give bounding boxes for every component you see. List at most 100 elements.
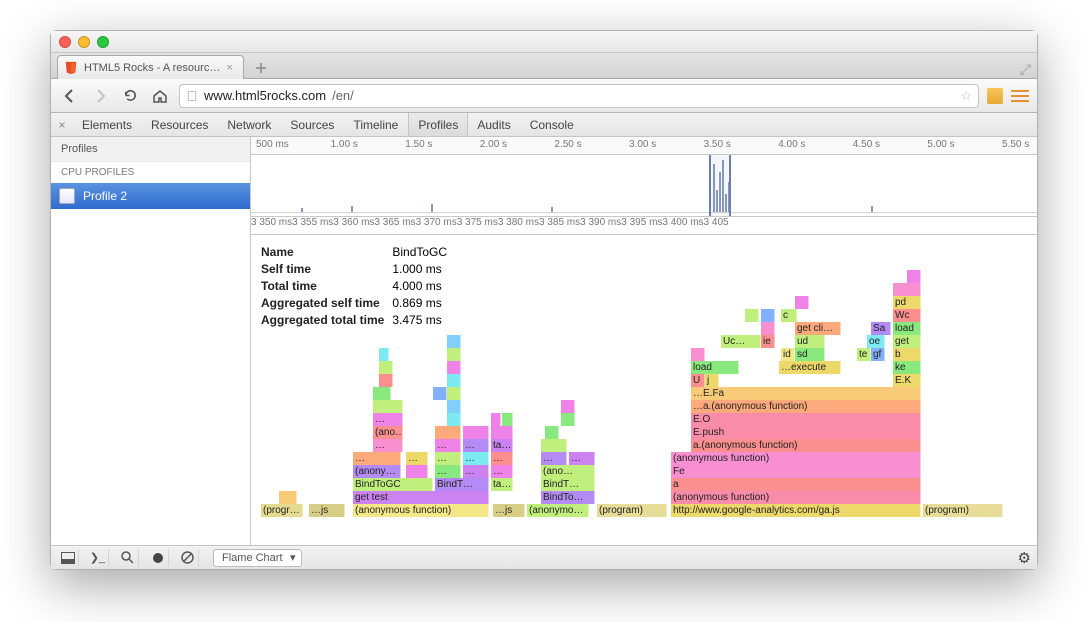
settings-gear-icon[interactable]: ⚙ [1018, 549, 1031, 567]
flame-bar[interactable]: (anonymous function) [353, 504, 489, 517]
flame-bar[interactable]: get cli… [795, 322, 841, 335]
flame-bar[interactable]: … [435, 465, 461, 478]
flame-bar[interactable]: …E.Fa [691, 387, 921, 400]
overview-ruler[interactable]: 500 ms1.00 s1.50 s2.00 s2.50 s3.00 s3.50… [251, 137, 1037, 155]
flame-bar[interactable] [447, 335, 461, 348]
flame-bar[interactable]: (anonymo… [527, 504, 589, 517]
console-icon[interactable]: ❯_ [87, 549, 109, 567]
flame-bar[interactable] [893, 283, 921, 296]
flame-bar[interactable] [379, 361, 393, 374]
flame-bar[interactable]: …execute [779, 361, 841, 374]
flame-bar[interactable]: ud [795, 335, 825, 348]
flame-bar[interactable]: get test [353, 491, 489, 504]
minimize-window-button[interactable] [78, 36, 90, 48]
flame-bar[interactable]: BindT… [435, 478, 489, 491]
close-window-button[interactable] [59, 36, 71, 48]
flame-bar[interactable] [447, 387, 461, 400]
flame-bar[interactable] [379, 348, 389, 361]
flame-bar[interactable]: sd [795, 348, 825, 361]
home-button[interactable] [149, 85, 171, 107]
flame-bar[interactable] [761, 322, 775, 335]
flame-bar[interactable] [447, 400, 461, 413]
bookmark-star-icon[interactable]: ☆ [960, 88, 972, 104]
flame-bar[interactable]: … [463, 439, 489, 452]
devtools-tab-profiles[interactable]: Profiles [408, 113, 468, 136]
flame-bar[interactable]: U [691, 374, 705, 387]
flame-bar[interactable]: Sa [871, 322, 891, 335]
devtools-tab-resources[interactable]: Resources [142, 113, 218, 136]
flame-bar[interactable]: Wc [893, 309, 921, 322]
fullscreen-icon[interactable]: ⤢ [1020, 61, 1037, 78]
address-bar[interactable]: www.html5rocks.com/en/ ☆ [179, 84, 979, 108]
flame-bar[interactable]: load [691, 361, 739, 374]
flame-bar[interactable]: … [569, 452, 595, 465]
flame-bar[interactable]: (program) [597, 504, 667, 517]
zoom-window-button[interactable] [97, 36, 109, 48]
dock-icon[interactable] [57, 549, 79, 567]
devtools-tab-network[interactable]: Network [218, 113, 281, 136]
flame-bar[interactable]: … [463, 465, 489, 478]
flame-bar[interactable]: c [781, 309, 797, 322]
flame-bar[interactable]: a [671, 478, 921, 491]
flame-bar[interactable] [545, 426, 559, 439]
flame-bar[interactable]: E.push [691, 426, 921, 439]
flame-bar[interactable] [561, 400, 575, 413]
flame-bar[interactable]: Uc… [721, 335, 761, 348]
flame-bar[interactable]: E.K [893, 374, 921, 387]
flame-bar[interactable] [491, 413, 501, 426]
flame-bar[interactable] [433, 387, 447, 400]
flame-bar[interactable]: id [781, 348, 795, 361]
extension-icon[interactable] [987, 88, 1003, 104]
clear-icon[interactable] [177, 549, 199, 567]
flame-bar[interactable]: … [373, 439, 403, 452]
flame-bar[interactable] [561, 413, 575, 426]
flame-bar[interactable]: …js [493, 504, 525, 517]
flame-bar[interactable]: …js [309, 504, 345, 517]
flame-bar[interactable]: ta… [491, 478, 513, 491]
flame-bar[interactable] [447, 361, 461, 374]
flame-bar[interactable]: Fe [671, 465, 921, 478]
flame-bar[interactable]: (progr… [261, 504, 303, 517]
flame-bar[interactable]: … [491, 452, 513, 465]
devtools-close-icon[interactable]: × [51, 118, 73, 132]
flame-bar[interactable] [907, 270, 921, 283]
forward-button[interactable] [89, 85, 111, 107]
flame-bar[interactable]: … [353, 452, 401, 465]
flame-bar[interactable]: BindT… [541, 478, 595, 491]
new-tab-button[interactable] [250, 58, 272, 78]
flame-bar[interactable]: ta… [491, 439, 513, 452]
devtools-tab-elements[interactable]: Elements [73, 113, 142, 136]
close-tab-icon[interactable]: × [226, 62, 232, 74]
back-button[interactable] [59, 85, 81, 107]
flame-bar[interactable] [373, 387, 391, 400]
flame-bar[interactable]: ke [893, 361, 921, 374]
flame-bar[interactable]: j [705, 374, 719, 387]
flame-chart[interactable]: NameBindToGC Self time1.000 ms Total tim… [251, 235, 1037, 545]
selection-region[interactable] [709, 155, 731, 216]
flame-bar[interactable]: … [463, 452, 489, 465]
view-mode-select[interactable]: Flame Chart [213, 549, 302, 567]
flame-bar[interactable]: BindTo… [541, 491, 595, 504]
devtools-tab-timeline[interactable]: Timeline [344, 113, 408, 136]
flame-bar[interactable]: (anonymous function) [671, 491, 921, 504]
flame-bar[interactable]: … [373, 413, 403, 426]
flame-bar[interactable] [447, 348, 461, 361]
flame-bar[interactable]: … [406, 452, 428, 465]
flame-bar[interactable]: … [491, 465, 513, 478]
record-icon[interactable] [147, 549, 169, 567]
flame-bar[interactable]: (anony… [353, 465, 401, 478]
flame-bar[interactable]: pd [893, 296, 921, 309]
devtools-tab-console[interactable]: Console [521, 113, 584, 136]
flame-bar[interactable]: load [893, 322, 921, 335]
flame-bar[interactable]: … [435, 452, 461, 465]
flame-bar[interactable]: b [893, 348, 921, 361]
flame-bar[interactable] [406, 465, 428, 478]
profile-item[interactable]: Profile 2 [51, 183, 250, 209]
flame-bar[interactable]: …a.(anonymous function) [691, 400, 921, 413]
flame-bar[interactable]: (ano… [541, 465, 595, 478]
devtools-tab-sources[interactable]: Sources [281, 113, 344, 136]
flame-bar[interactable]: te [857, 348, 871, 361]
chrome-menu-button[interactable] [1011, 90, 1029, 102]
flame-bar[interactable] [691, 348, 705, 361]
search-icon[interactable] [117, 549, 139, 567]
